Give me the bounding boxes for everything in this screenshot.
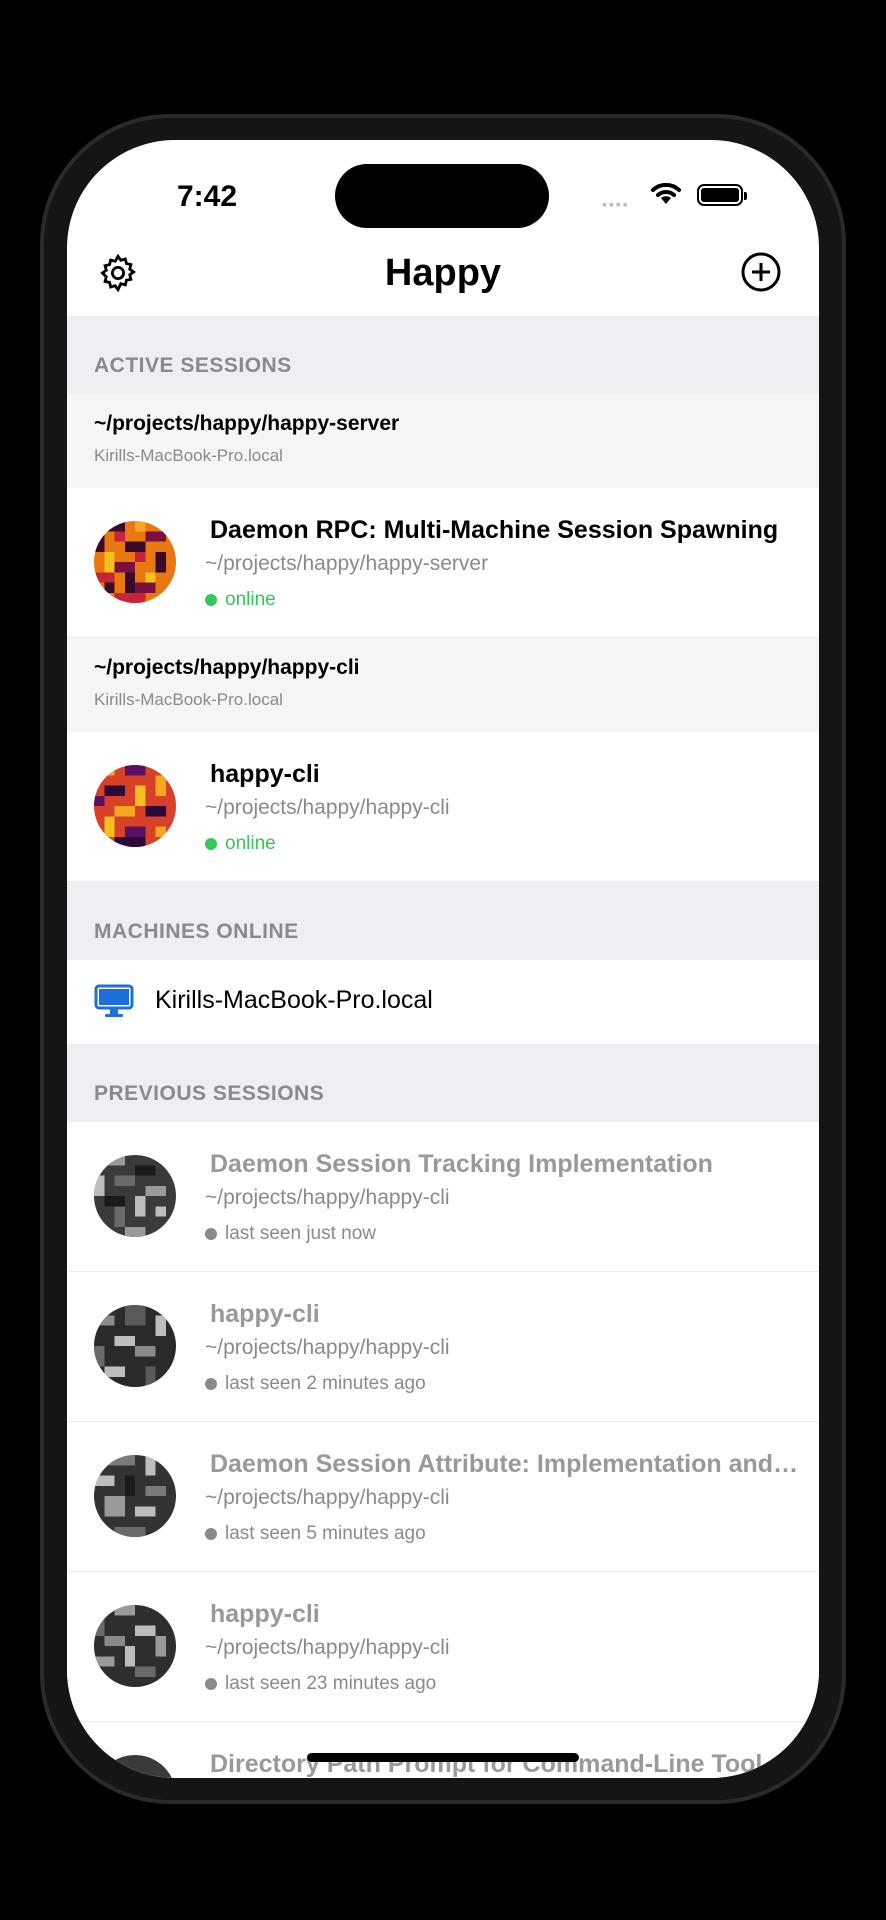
avatar bbox=[94, 1605, 176, 1687]
session-row[interactable]: happy-cli ~/projects/happy/happy-cli onl… bbox=[67, 732, 819, 882]
status-badge: last seen 2 minutes ago bbox=[205, 1373, 426, 1395]
session-title: Daemon RPC: Multi-Machine Session Spawni… bbox=[210, 516, 779, 544]
page-title: Happy bbox=[384, 252, 502, 294]
group-machine: Kirills-MacBook-Pro.local bbox=[94, 446, 283, 465]
previous-sessions-header: PREVIOUS SESSIONS bbox=[67, 1044, 819, 1122]
status-dot-icon bbox=[205, 1378, 217, 1390]
group-path: ~/projects/happy/happy-server bbox=[94, 412, 400, 435]
status-dot-icon bbox=[205, 838, 217, 850]
session-title: Daemon Session Tracking Implementation bbox=[210, 1150, 713, 1178]
status-dot-icon bbox=[205, 1678, 217, 1690]
session-row[interactable]: Daemon Session Attribute: Implementation… bbox=[67, 1422, 819, 1572]
project-group-header: ~/projects/happy/happy-server Kirills-Ma… bbox=[67, 394, 819, 488]
machine-label: Kirills-MacBook-Pro.local bbox=[155, 986, 433, 1014]
status-dot-icon bbox=[205, 594, 217, 606]
session-row[interactable]: Daemon RPC: Multi-Machine Session Spawni… bbox=[67, 488, 819, 638]
session-row[interactable]: happy-cli ~/projects/happy/happy-cli las… bbox=[67, 1572, 819, 1722]
status-dot-icon bbox=[205, 1528, 217, 1540]
avatar bbox=[94, 521, 176, 603]
session-path: ~/projects/happy/happy-cli bbox=[205, 796, 450, 819]
wifi-icon bbox=[651, 182, 681, 204]
active-sessions-header: ACTIVE SESSIONS bbox=[67, 316, 819, 394]
status-badge: last seen just now bbox=[205, 1223, 376, 1245]
battery-icon bbox=[697, 184, 747, 206]
avatar bbox=[94, 1155, 176, 1237]
machines-online-header: MACHINES ONLINE bbox=[67, 882, 819, 960]
project-group-header: ~/projects/happy/happy-cli Kirills-MacBo… bbox=[67, 638, 819, 732]
session-title: happy-cli bbox=[210, 1300, 320, 1328]
new-session-plus-icon[interactable] bbox=[739, 250, 783, 294]
status-badge: last seen 23 minutes ago bbox=[205, 1673, 436, 1695]
session-path: ~/projects/happy/happy-server bbox=[205, 552, 489, 575]
session-title: happy-cli bbox=[210, 1600, 320, 1628]
status-dot-icon bbox=[205, 1228, 217, 1240]
avatar bbox=[94, 1455, 176, 1537]
session-path: ~/projects/happy/happy-cli bbox=[205, 1186, 450, 1209]
session-row[interactable]: Directory Path Prompt for Command-Line T… bbox=[67, 1722, 819, 1778]
session-list: ACTIVE SESSIONS ~/projects/happy/happy-s… bbox=[67, 316, 819, 1778]
session-row[interactable]: Daemon Session Tracking Implementation ~… bbox=[67, 1122, 819, 1272]
session-path: ~/projects/happy/happy-cli bbox=[205, 1336, 450, 1359]
navigation-bar: Happy bbox=[67, 232, 819, 316]
machine-row[interactable]: Kirills-MacBook-Pro.local bbox=[67, 960, 819, 1044]
status-bar: 7:42 ▪▪▪▪ bbox=[67, 140, 819, 232]
avatar bbox=[94, 1755, 176, 1778]
session-title: Daemon Session Attribute: Implementation… bbox=[210, 1450, 800, 1478]
group-path: ~/projects/happy/happy-cli bbox=[94, 656, 360, 679]
avatar bbox=[94, 765, 176, 847]
session-path: ~/projects/happy/happy-cli bbox=[205, 1486, 450, 1509]
dynamic-island bbox=[335, 164, 549, 228]
signal-icon: ▪▪▪▪ bbox=[602, 196, 630, 212]
screen: 7:42 ▪▪▪▪ Happy ACTIVE SESSIONS ~/projec… bbox=[67, 140, 819, 1778]
status-badge: last seen 5 minutes ago bbox=[205, 1523, 426, 1545]
avatar bbox=[94, 1305, 176, 1387]
desktop-icon bbox=[94, 984, 134, 1017]
status-badge: online bbox=[205, 589, 276, 611]
session-title: happy-cli bbox=[210, 760, 320, 788]
status-time: 7:42 bbox=[177, 180, 238, 213]
status-badge: online bbox=[205, 833, 276, 855]
group-machine: Kirills-MacBook-Pro.local bbox=[94, 690, 283, 709]
session-row[interactable]: happy-cli ~/projects/happy/happy-cli las… bbox=[67, 1272, 819, 1422]
session-path: ~/projects/happy/happy-cli bbox=[205, 1636, 450, 1659]
home-indicator[interactable] bbox=[307, 1753, 579, 1762]
